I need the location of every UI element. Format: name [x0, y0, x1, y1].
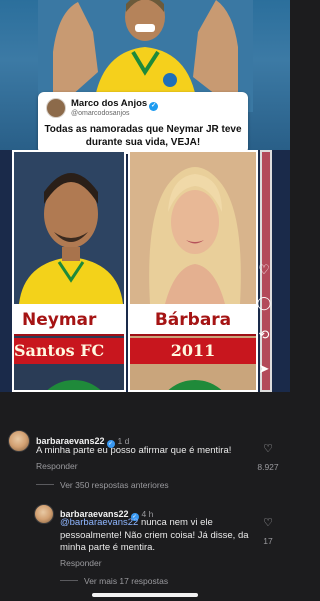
barbara-photo: [130, 152, 256, 304]
avatar[interactable]: [8, 430, 30, 452]
divider-line: [36, 484, 54, 485]
send-icon[interactable]: ➤: [256, 361, 272, 377]
comments-sheet: [0, 392, 290, 601]
green-badge: [34, 380, 114, 390]
neymar-name-label: Neymar: [14, 304, 124, 336]
reply-button[interactable]: Responder: [60, 558, 102, 568]
mention-link[interactable]: @barbaraevans22: [60, 517, 138, 528]
reel-video[interactable]: Marco dos Anjos ✓ @omarcodosanjos Todas a…: [0, 0, 290, 392]
view-more-replies[interactable]: Ver mais 17 respostas: [60, 576, 168, 586]
verified-icon: ✓: [149, 102, 159, 111]
neymar-photo: [14, 152, 124, 304]
green-badge: [155, 380, 235, 390]
view-more-replies-label: Ver mais 17 respostas: [84, 576, 169, 586]
view-previous-replies-label: Ver 350 respostas anteriores: [60, 480, 169, 490]
barbara-year-label: 2011: [130, 338, 256, 364]
divider-line: [60, 580, 78, 581]
barbara-name-label: Bárbara Evans: [130, 304, 256, 362]
tweet-handle: @omarcodosanjos: [71, 110, 130, 117]
comment-icon[interactable]: ◯: [256, 295, 272, 311]
home-indicator[interactable]: [92, 593, 198, 597]
tweet-card: Marco dos Anjos ✓ @omarcodosanjos Todas a…: [38, 92, 248, 154]
like-count: 8.927: [257, 462, 279, 472]
avatar[interactable]: [34, 504, 54, 524]
neymar-club-label: Santos FC: [14, 338, 124, 364]
reply-button[interactable]: Responder: [36, 461, 78, 471]
like-icon[interactable]: ♡: [258, 516, 278, 529]
repost-icon[interactable]: ⟲: [256, 327, 272, 343]
comment-text: @barbaraevans22 nunca nem vi ele pessoal…: [60, 517, 254, 555]
tweet-avatar: [46, 98, 66, 118]
heart-icon[interactable]: ♡: [256, 262, 272, 278]
comment-text: A minha parte eu posso afirmar que é men…: [36, 445, 232, 456]
view-previous-replies[interactable]: Ver 350 respostas anteriores: [36, 480, 169, 490]
tweet-text: Todas as namoradas que Neymar JR teve du…: [44, 124, 242, 148]
panel-neymar: Neymar Santos FC: [12, 150, 126, 392]
panel-barbara-evans: Bárbara Evans 2011: [128, 150, 258, 392]
like-icon[interactable]: ♡: [258, 442, 278, 455]
like-count: 17: [263, 536, 273, 546]
